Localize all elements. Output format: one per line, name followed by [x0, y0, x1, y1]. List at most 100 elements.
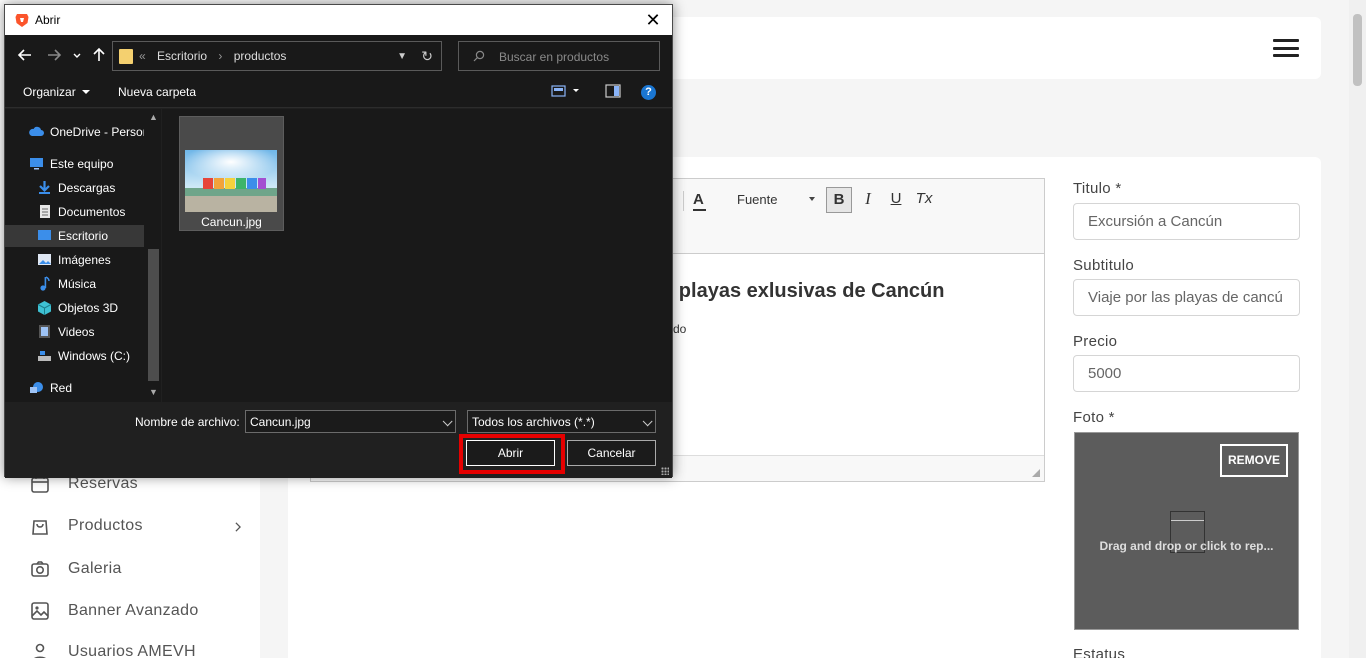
tree-item-musica[interactable]: Música: [5, 273, 144, 295]
desktop-icon: [38, 230, 51, 240]
underline-button[interactable]: U: [883, 187, 909, 213]
open-file-dialog: Abrir ✕ « Escritorio › productos ▼ ↻ Bus…: [4, 4, 673, 478]
scrollbar-thumb[interactable]: [148, 249, 159, 381]
scroll-up-icon[interactable]: ▲: [149, 112, 158, 122]
breadcrumb-productos[interactable]: productos: [234, 49, 287, 63]
recent-locations-chevron-icon[interactable]: [72, 47, 82, 63]
chevron-down-icon[interactable]: [442, 416, 453, 427]
filename-input[interactable]: Cancun.jpg: [245, 410, 456, 433]
address-bar[interactable]: « Escritorio › productos ▼ ↻: [112, 41, 442, 71]
sidebar-item-label: Banner Avanzado: [68, 602, 199, 619]
tree-item-label: Este equipo: [50, 157, 114, 171]
back-arrow-icon[interactable]: [17, 47, 33, 63]
tree-item-label: Objetos 3D: [58, 301, 119, 315]
breadcrumb-separator: ›: [218, 49, 223, 63]
tree-item-label: Windows (C:): [58, 349, 131, 363]
tree-item-este-equipo[interactable]: Este equipo: [5, 153, 144, 175]
tree-item-escritorio[interactable]: Escritorio: [5, 225, 144, 247]
page-scrollbar[interactable]: [1349, 0, 1366, 658]
tree-item-label: Descargas: [58, 181, 116, 195]
cancun-thumbnail-image: [185, 150, 277, 212]
cancel-button[interactable]: Cancelar: [567, 440, 656, 466]
estatus-label: Estatus: [1073, 646, 1126, 658]
dialog-footer: Nombre de archivo: Cancun.jpg Todos los …: [5, 402, 672, 478]
up-arrow-icon[interactable]: [91, 47, 107, 63]
sidebar-item-banner-avanzado[interactable]: Banner Avanzado: [30, 601, 245, 621]
navigation-pane: OneDrive - Persor Este equipo Descargas …: [5, 109, 161, 402]
tree-item-windows-c[interactable]: Windows (C:): [5, 345, 144, 367]
tree-item-descargas[interactable]: Descargas: [5, 177, 144, 199]
navigation-pane-scrollbar[interactable]: ▲ ▼: [146, 109, 161, 402]
image-icon: [31, 602, 49, 620]
tree-item-label: Documentos: [58, 205, 126, 219]
tree-item-red[interactable]: Red: [5, 377, 144, 399]
tree-item-onedrive[interactable]: OneDrive - Persor: [5, 121, 144, 143]
network-icon: [30, 382, 43, 393]
italic-button[interactable]: I: [855, 187, 881, 213]
sidebar-item-galeria[interactable]: Galeria: [30, 559, 245, 579]
sidebar-item-productos[interactable]: Productos: [30, 516, 245, 536]
titulo-input[interactable]: Excursión a Cancún: [1073, 203, 1300, 240]
subtitulo-input[interactable]: Viaje por las playas de cancú: [1073, 279, 1300, 316]
chevron-right-icon: [235, 522, 241, 532]
cloud-icon: [29, 126, 44, 136]
dialog-titlebar: Abrir ✕: [5, 5, 672, 35]
tree-item-label: Música: [58, 277, 97, 291]
bold-button[interactable]: B: [826, 187, 852, 213]
tree-item-label: Videos: [58, 325, 95, 339]
precio-label: Precio: [1073, 333, 1118, 350]
tree-item-imagenes[interactable]: Imágenes: [5, 249, 144, 271]
sidebar-item-label: Usuarios AMEVH: [68, 643, 196, 658]
preview-pane-icon[interactable]: [605, 84, 621, 98]
dialog-title: Abrir: [35, 13, 61, 27]
titulo-label: Titulo *: [1073, 180, 1122, 197]
editor-heading-text: as playas exlusivas de Cancún: [651, 280, 945, 302]
file-item-cancun[interactable]: Cancun.jpg: [179, 116, 284, 231]
sidebar-item-label: Productos: [68, 517, 143, 534]
address-dropdown-icon[interactable]: ▼: [397, 51, 407, 62]
scrollbar-thumb[interactable]: [1353, 14, 1362, 86]
hamburger-menu-icon[interactable]: [1273, 39, 1299, 57]
new-folder-button[interactable]: Nueva carpeta: [118, 85, 196, 99]
organize-menu[interactable]: Organizar: [23, 85, 90, 99]
tree-item-documentos[interactable]: Documentos: [5, 201, 144, 223]
open-button[interactable]: Abrir: [466, 440, 555, 466]
forward-arrow-icon[interactable]: [46, 47, 62, 63]
search-box[interactable]: Buscar en productos: [458, 41, 660, 71]
video-icon: [39, 325, 50, 338]
refresh-icon[interactable]: ↻: [421, 48, 433, 65]
chevron-down-icon: [81, 90, 90, 94]
filetype-select[interactable]: Todos los archivos (*.*): [467, 410, 656, 433]
resize-grip-icon[interactable]: [1032, 469, 1040, 477]
foto-label: Foto *: [1073, 409, 1115, 426]
pictures-icon: [38, 254, 51, 265]
user-icon: [34, 643, 46, 658]
breadcrumb-escritorio[interactable]: Escritorio: [157, 49, 207, 63]
change-view-icon[interactable]: [551, 84, 581, 98]
computer-icon: [30, 158, 43, 170]
photo-dropzone[interactable]: REMOVE Drag and drop or click to rep...: [1074, 432, 1299, 630]
help-icon[interactable]: ?: [641, 85, 656, 100]
toolbar-separator: [683, 191, 684, 211]
sidebar-item-usuarios-amevh[interactable]: Usuarios AMEVH: [30, 642, 245, 658]
font-select-label: Fuente: [737, 192, 778, 207]
tree-item-objetos-3d[interactable]: Objetos 3D: [5, 297, 144, 319]
file-name: Cancun.jpg: [201, 215, 262, 229]
font-select[interactable]: Fuente: [737, 192, 815, 207]
remove-button[interactable]: REMOVE: [1220, 444, 1288, 477]
close-icon[interactable]: ✕: [638, 5, 668, 35]
breadcrumb: « Escritorio › productos: [139, 49, 294, 63]
search-placeholder: Buscar en productos: [499, 50, 610, 64]
filename-label: Nombre de archivo:: [135, 415, 240, 429]
scroll-down-icon[interactable]: ▼: [149, 387, 158, 397]
breadcrumb-overflow[interactable]: «: [139, 49, 146, 63]
clear-format-button[interactable]: Tx: [911, 187, 937, 213]
font-color-button[interactable]: A: [693, 191, 706, 211]
search-icon: [473, 50, 485, 62]
precio-input[interactable]: 5000: [1073, 355, 1300, 392]
tree-item-videos[interactable]: Videos: [5, 321, 144, 343]
tree-item-label: Escritorio: [58, 229, 109, 243]
resize-grip-icon[interactable]: [661, 467, 669, 475]
tree-item-label: Imágenes: [58, 253, 111, 267]
download-icon: [39, 181, 50, 194]
